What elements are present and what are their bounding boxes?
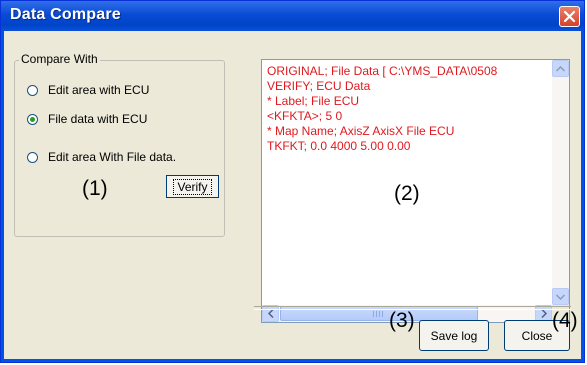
annotation-4: (4) — [552, 309, 578, 332]
close-label: Close — [521, 328, 553, 343]
radio-edit-area-with-file-data[interactable]: Edit area With File data. — [27, 148, 176, 166]
scroll-left-icon — [267, 309, 274, 318]
scroll-right-icon — [540, 309, 547, 318]
compare-with-legend: Compare With — [19, 52, 100, 66]
log-line: <KFKTA>; 5 0 — [267, 109, 343, 123]
radio-indicator — [27, 151, 38, 163]
log-line: ORIGINAL; File Data [ C:\YMS_DATA\0508 — [267, 64, 498, 78]
radio-label: Edit area with ECU — [48, 83, 150, 97]
dialog-body: Compare With Edit area with ECU File dat… — [4, 31, 581, 359]
annotation-2: (2) — [394, 182, 420, 205]
log-line: TKFKT; 0.0 4000 5.00 0.00 — [267, 139, 411, 153]
radio-label: File data with ECU — [48, 112, 148, 126]
log-line: VERIFY; ECU Data — [267, 79, 371, 93]
data-compare-window: Data Compare Compare With Edit area with… — [0, 0, 585, 363]
log-line: * Map Name; AxisZ AxisX File ECU — [267, 124, 455, 138]
close-icon — [563, 10, 576, 23]
log-lines: ORIGINAL; File Data [ C:\YMS_DATA\0508 VE… — [267, 64, 549, 154]
log-line: * Label; File ECU — [267, 94, 360, 108]
window-title: Data Compare — [10, 6, 121, 23]
title-bar[interactable]: Data Compare — [1, 1, 584, 31]
annotation-3: (3) — [389, 309, 415, 332]
radio-indicator — [27, 113, 38, 125]
radio-label: Edit area With File data. — [48, 150, 177, 164]
verify-button[interactable]: Verify — [166, 175, 219, 198]
scroll-up-icon — [556, 65, 565, 72]
save-log-label: Save log — [430, 328, 478, 343]
thumb-grip — [373, 311, 385, 317]
vertical-scrollbar[interactable] — [552, 60, 569, 305]
scroll-up-button[interactable] — [552, 60, 569, 77]
verify-label: Verify — [173, 178, 212, 195]
scroll-down-button[interactable] — [552, 288, 569, 305]
window-close-button[interactable] — [559, 6, 580, 27]
radio-file-data-with-ecu[interactable]: File data with ECU — [27, 110, 147, 128]
radio-edit-area-with-ecu[interactable]: Edit area with ECU — [27, 81, 149, 99]
scroll-down-icon — [556, 293, 565, 300]
save-log-button[interactable]: Save log — [419, 320, 489, 351]
annotation-1: (1) — [82, 177, 108, 200]
radio-indicator — [27, 84, 38, 96]
